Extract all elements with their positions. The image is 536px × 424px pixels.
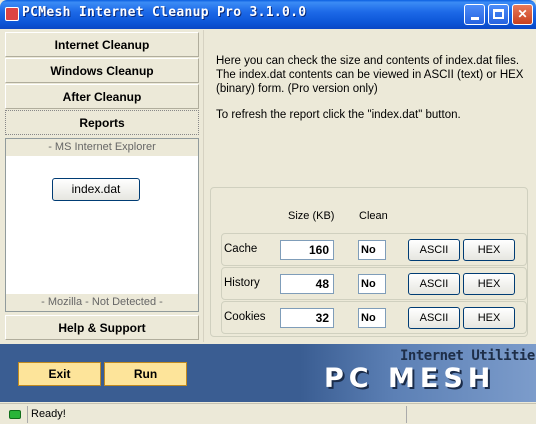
report-row-history: History 48 No ASCII HEX: [221, 267, 527, 300]
column-header-size: Size (KB): [288, 210, 335, 222]
index-dat-button[interactable]: index.dat: [52, 178, 140, 201]
minimize-icon: [470, 17, 479, 20]
status-separator: [406, 406, 407, 423]
hex-button[interactable]: HEX: [463, 273, 515, 295]
row-label: Cache: [224, 243, 258, 255]
maximize-button[interactable]: [488, 4, 509, 25]
ascii-button[interactable]: ASCII: [408, 273, 460, 295]
brand-tagline: Internet Utilities: [400, 348, 536, 364]
title-bar[interactable]: PCMesh Internet Cleanup Pro 3.1.0.0 ✕: [0, 0, 536, 29]
run-button[interactable]: Run: [104, 362, 187, 386]
close-icon: ✕: [517, 7, 528, 21]
clean-field: No: [358, 308, 386, 328]
minimize-button[interactable]: [464, 4, 485, 25]
hex-button[interactable]: HEX: [463, 307, 515, 329]
row-label: History: [224, 277, 260, 289]
nav-help-support[interactable]: Help & Support: [5, 315, 199, 340]
clean-field: No: [358, 240, 386, 260]
browser-mozilla-status: - Mozilla - Not Detected -: [6, 294, 198, 311]
nav-windows-cleanup[interactable]: Windows Cleanup: [5, 58, 199, 83]
status-ok-icon: [9, 410, 21, 419]
nav-internet-cleanup[interactable]: Internet Cleanup: [5, 32, 199, 57]
size-field: 48: [280, 274, 334, 294]
status-bar: Ready!: [0, 403, 536, 424]
close-button[interactable]: ✕: [512, 4, 533, 25]
brand-logo: PC MESH: [324, 363, 496, 394]
report-row-cookies: Cookies 32 No ASCII HEX: [221, 301, 527, 334]
status-separator: [27, 406, 28, 423]
app-icon: [5, 7, 19, 21]
window-title: PCMesh Internet Cleanup Pro 3.1.0.0: [22, 5, 307, 20]
browser-list: - MS Internet Explorer index.dat - Mozil…: [5, 138, 199, 312]
info-description: Here you can check the size and contents…: [216, 55, 524, 95]
info-text: Here you can check the size and contents…: [216, 54, 526, 134]
size-field: 160: [280, 240, 334, 260]
column-header-clean: Clean: [359, 210, 388, 222]
nav-reports[interactable]: Reports: [5, 110, 199, 135]
hex-button[interactable]: HEX: [463, 239, 515, 261]
report-row-cache: Cache 160 No ASCII HEX: [221, 233, 527, 266]
report-table: Size (KB) Clean Cache 160 No ASCII HEX H…: [210, 187, 528, 337]
row-label: Cookies: [224, 311, 266, 323]
clean-field: No: [358, 274, 386, 294]
nav-after-cleanup[interactable]: After Cleanup: [5, 84, 199, 109]
status-text: Ready!: [31, 408, 66, 420]
ascii-button[interactable]: ASCII: [408, 307, 460, 329]
info-refresh-hint: To refresh the report click the "index.d…: [216, 109, 461, 121]
browser-ie-header: - MS Internet Explorer: [6, 139, 198, 156]
exit-button[interactable]: Exit: [18, 362, 101, 386]
navigation-panel: Internet Cleanup Windows Cleanup After C…: [4, 30, 200, 342]
report-panel: Here you can check the size and contents…: [203, 30, 533, 342]
size-field: 32: [280, 308, 334, 328]
ascii-button[interactable]: ASCII: [408, 239, 460, 261]
maximize-icon: [493, 9, 504, 19]
